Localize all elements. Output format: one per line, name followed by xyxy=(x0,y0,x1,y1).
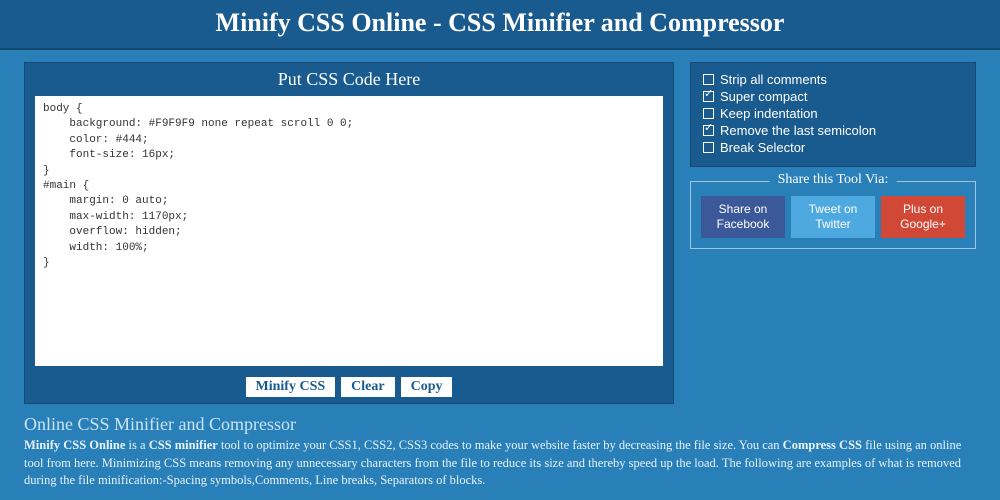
desc-text-2: tool to optimize your CSS1, CSS2, CSS3 c… xyxy=(218,438,783,452)
copy-button[interactable]: Copy xyxy=(401,377,453,397)
share-facebook-button[interactable]: Share on Facebook xyxy=(701,196,785,238)
checkbox-icon xyxy=(703,74,714,85)
main-area: Put CSS Code Here Minify CSS Clear Copy … xyxy=(0,50,1000,404)
share-twitter-button[interactable]: Tweet on Twitter xyxy=(791,196,875,238)
checkbox-icon xyxy=(703,91,714,102)
desc-text-1: is a xyxy=(125,438,148,452)
option-label: Keep indentation xyxy=(720,106,818,121)
option-strip-comments[interactable]: Strip all comments xyxy=(703,71,963,88)
option-label: Strip all comments xyxy=(720,72,827,87)
desc-bold-3: Compress CSS xyxy=(783,438,862,452)
option-label: Remove the last semicolon xyxy=(720,123,876,138)
share-googleplus-button[interactable]: Plus on Google+ xyxy=(881,196,965,238)
input-panel: Put CSS Code Here Minify CSS Clear Copy xyxy=(24,62,674,404)
desc-bold-1: Minify CSS Online xyxy=(24,438,125,452)
share-panel: Share this Tool Via: Share on Facebook T… xyxy=(690,181,976,249)
minify-button[interactable]: Minify CSS xyxy=(246,377,336,397)
page-header: Minify CSS Online - CSS Minifier and Com… xyxy=(0,0,1000,50)
option-keep-indentation[interactable]: Keep indentation xyxy=(703,105,963,122)
page-title: Minify CSS Online - CSS Minifier and Com… xyxy=(0,8,1000,38)
option-break-selector[interactable]: Break Selector xyxy=(703,139,963,156)
description-text: Minify CSS Online is a CSS minifier tool… xyxy=(24,437,976,490)
checkbox-icon xyxy=(703,108,714,119)
share-title: Share this Tool Via: xyxy=(770,172,897,188)
desc-bold-2: CSS minifier xyxy=(149,438,218,452)
option-label: Break Selector xyxy=(720,140,805,155)
input-panel-title: Put CSS Code Here xyxy=(35,67,663,96)
option-super-compact[interactable]: Super compact xyxy=(703,88,963,105)
sidebar: Strip all comments Super compact Keep in… xyxy=(690,62,976,404)
description-section: Online CSS Minifier and Compressor Minif… xyxy=(0,404,1000,490)
share-buttons: Share on Facebook Tweet on Twitter Plus … xyxy=(701,196,965,238)
action-bar: Minify CSS Clear Copy xyxy=(35,371,663,397)
checkbox-icon xyxy=(703,125,714,136)
option-label: Super compact xyxy=(720,89,807,104)
clear-button[interactable]: Clear xyxy=(341,377,394,397)
option-remove-last-semicolon[interactable]: Remove the last semicolon xyxy=(703,122,963,139)
css-input[interactable] xyxy=(35,96,663,366)
options-panel: Strip all comments Super compact Keep in… xyxy=(690,62,976,167)
checkbox-icon xyxy=(703,142,714,153)
description-heading: Online CSS Minifier and Compressor xyxy=(24,414,976,435)
